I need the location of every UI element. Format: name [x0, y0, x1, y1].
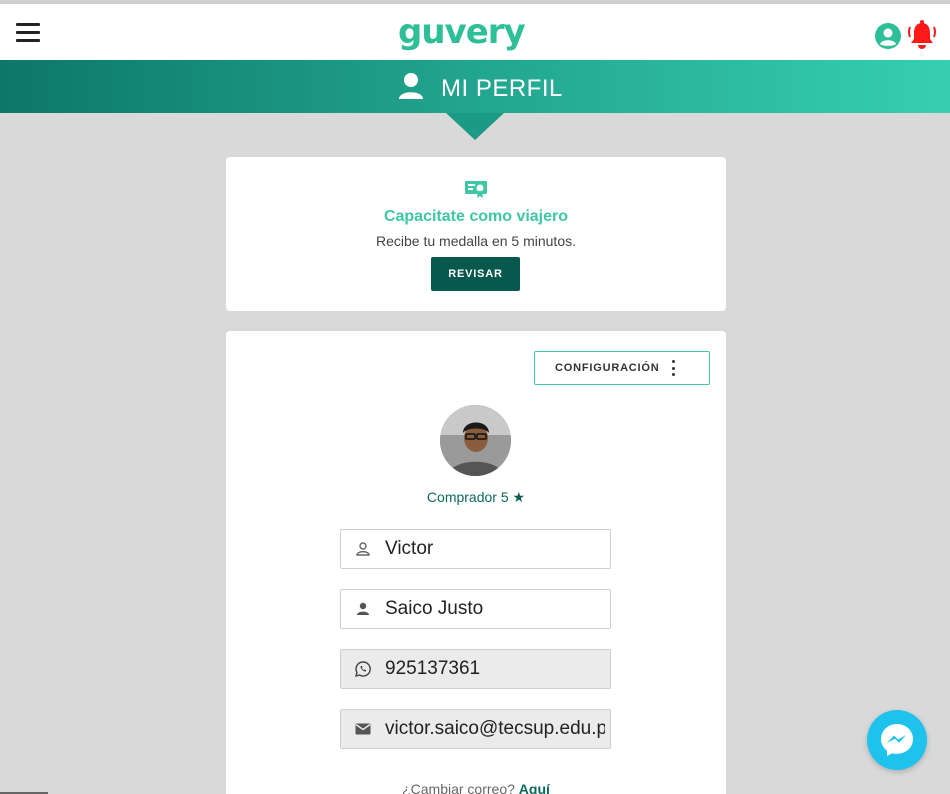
- user-icon: [399, 73, 423, 99]
- training-card: Capacitate como viajero Recibe tu medall…: [226, 157, 726, 311]
- person-outline-icon: [356, 542, 370, 556]
- change-email-label: ¿Cambiar correo?: [402, 781, 515, 794]
- user-circle-icon[interactable]: [874, 22, 902, 50]
- email-value: victor.saico@tecsup.edu.pe: [385, 718, 605, 739]
- person-icon: [357, 602, 369, 615]
- whatsapp-field: 925137361: [340, 649, 611, 689]
- configuration-label: CONFIGURACIÓN: [555, 362, 660, 374]
- messenger-icon: [881, 724, 913, 756]
- first-name-value: Victor: [385, 538, 434, 559]
- more-vertical-icon: [671, 360, 676, 376]
- role-label: Comprador 5: [426, 489, 509, 505]
- last-name-field[interactable]: Saico Justo: [340, 589, 611, 629]
- profile-card: CONFIGURACIÓN Comprador 5 ★ Victor Saico…: [226, 331, 726, 794]
- bell-icon[interactable]: [907, 19, 937, 51]
- avatar[interactable]: [440, 405, 511, 476]
- whatsapp-value: 925137361: [385, 658, 481, 679]
- first-name-field[interactable]: Victor: [340, 529, 611, 569]
- training-title: Capacitate como viajero: [383, 208, 569, 225]
- whatsapp-icon: [354, 661, 371, 678]
- top-bar: guvery: [0, 0, 950, 60]
- messenger-button[interactable]: [867, 710, 927, 770]
- change-email-link[interactable]: Aquí: [519, 781, 550, 794]
- mail-icon: [355, 723, 371, 735]
- profile-header-bar: MI PERFIL: [0, 60, 950, 113]
- header-notch: [446, 113, 504, 140]
- star-icon: ★: [512, 489, 526, 505]
- configuration-button[interactable]: CONFIGURACIÓN: [534, 351, 710, 385]
- hamburger-menu-icon[interactable]: [16, 23, 40, 43]
- page-title: MI PERFIL: [441, 75, 563, 102]
- logo[interactable]: guvery: [398, 12, 526, 52]
- last-name-value: Saico Justo: [385, 598, 484, 619]
- email-field: victor.saico@tecsup.edu.pe: [340, 709, 611, 749]
- change-email-text: ¿Cambiar correo? Aquí: [226, 781, 726, 794]
- training-subtitle: Recibe tu medalla en 5 minutos.: [376, 233, 576, 249]
- certificate-icon: [465, 181, 487, 198]
- review-button[interactable]: REVISAR: [431, 257, 520, 291]
- user-role: Comprador 5 ★: [226, 489, 726, 506]
